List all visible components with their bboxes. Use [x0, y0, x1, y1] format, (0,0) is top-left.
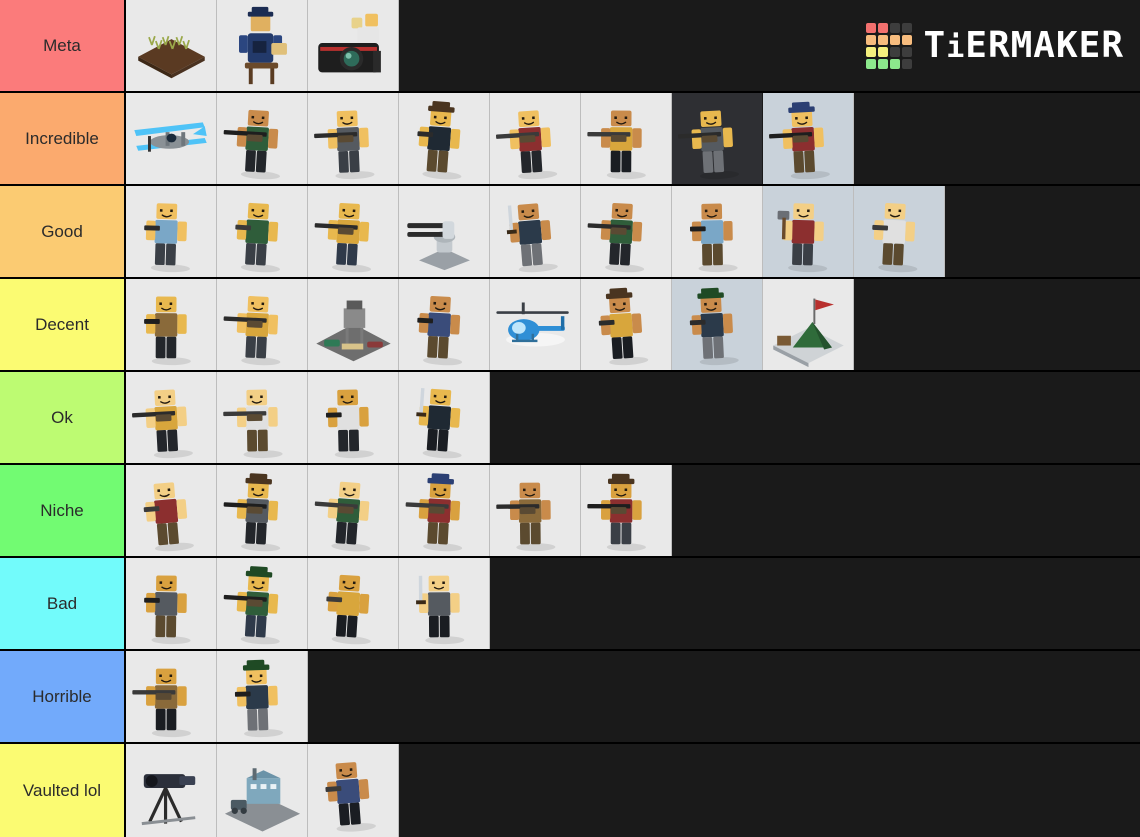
tier-items-decent[interactable] — [126, 279, 1140, 370]
tier-item-sniper-olive-vest[interactable] — [217, 372, 308, 463]
tier-item-grenade-thrower[interactable] — [126, 279, 217, 370]
tier-item-trumpet-player[interactable] — [126, 558, 217, 649]
tier-item-green-uniform-shooter[interactable] — [217, 651, 308, 742]
tier-item-farm-plot[interactable] — [126, 0, 217, 91]
tier-item-suited-agent-with-pistol[interactable] — [399, 279, 490, 370]
tier-item-swordsman[interactable] — [490, 186, 581, 277]
tier-row-horrible: Horrible — [0, 651, 1140, 744]
tier-label-horrible[interactable]: Horrible — [0, 651, 126, 742]
tier-items-vaulted-lol[interactable] — [126, 744, 1140, 837]
tier-item-pistol-user-grey[interactable] — [126, 465, 217, 556]
tier-row-ok: Ok — [0, 372, 1140, 465]
tier-item-camp-tent-with-flag[interactable] — [763, 279, 854, 370]
tier-item-thrower-white-outfit[interactable] — [308, 372, 399, 463]
tier-label-vaulted-lol[interactable]: Vaulted lol — [0, 744, 126, 837]
tier-items-niche[interactable] — [126, 465, 1140, 556]
tier-list-container: Meta TiERMAKER Incredible Good Decent Ok… — [0, 0, 1140, 837]
tier-items-bad[interactable] — [126, 558, 1140, 649]
tier-items-horrible[interactable] — [126, 651, 1140, 742]
tier-item-mortar-operator-green[interactable] — [217, 558, 308, 649]
tier-item-tactical-soldier[interactable] — [854, 186, 945, 277]
tier-item-flamethrower-maroon[interactable] — [308, 465, 399, 556]
tier-item-heavy-gunner-red-shirt[interactable] — [308, 186, 399, 277]
tier-items-good[interactable] — [126, 186, 1140, 277]
tier-item-cowboy-dual-pistols[interactable] — [399, 93, 490, 184]
tier-item-rifleman-gold[interactable] — [581, 186, 672, 277]
tier-item-mounted-machine-gunner[interactable] — [217, 93, 308, 184]
tier-items-ok[interactable] — [126, 372, 1140, 463]
tier-item-archer-with-bow[interactable] — [399, 372, 490, 463]
tier-label-meta[interactable]: Meta — [0, 0, 126, 91]
tier-items-incredible[interactable] — [126, 93, 1140, 184]
tier-label-ok[interactable]: Ok — [0, 372, 126, 463]
tier-row-niche: Niche — [0, 465, 1140, 558]
tier-item-tripod-mounted-gun[interactable] — [126, 744, 217, 837]
tier-row-good: Good — [0, 186, 1140, 279]
tier-row-decent: Decent — [0, 279, 1140, 372]
tier-item-rocket-launcher-soldier[interactable] — [308, 93, 399, 184]
tier-item-hat-rifleman-red[interactable] — [581, 465, 672, 556]
tier-item-police-officer-at-desk[interactable] — [217, 0, 308, 91]
tier-item-smg-user-light-blue[interactable] — [490, 465, 581, 556]
tier-item-blue-police-rifleman[interactable] — [763, 93, 854, 184]
tier-label-bad[interactable]: Bad — [0, 558, 126, 649]
tier-item-dual-wielder-grey[interactable] — [308, 558, 399, 649]
tier-item-minigun-gunner[interactable] — [490, 93, 581, 184]
tier-row-meta: Meta TiERMAKER — [0, 0, 1140, 93]
tier-label-decent[interactable]: Decent — [0, 279, 126, 370]
tier-item-knife-wielder-black[interactable] — [399, 558, 490, 649]
tier-item-camera-operator[interactable] — [308, 0, 399, 91]
tier-item-pistol-shooter-gold[interactable] — [672, 186, 763, 277]
tier-label-incredible[interactable]: Incredible — [0, 93, 126, 184]
tier-item-sniper-orange-vest[interactable] — [126, 372, 217, 463]
tier-item-biplane-aircraft[interactable] — [126, 93, 217, 184]
tier-item-paintball-sniper-blue[interactable] — [217, 465, 308, 556]
tier-row-vaulted-lol: Vaulted lol — [0, 744, 1140, 837]
tier-item-sniper-portrait-render[interactable] — [672, 93, 763, 184]
tier-item-flamethrower-soldier[interactable] — [581, 93, 672, 184]
tier-label-niche[interactable]: Niche — [0, 465, 126, 556]
tier-items-meta[interactable] — [126, 0, 1140, 91]
tier-item-dual-wielding-figure[interactable] — [308, 744, 399, 837]
tier-item-medic-with-medkit[interactable] — [126, 186, 217, 277]
tier-item-watchtower-base[interactable] — [308, 279, 399, 370]
tier-item-camera-operator-green-visor[interactable] — [672, 279, 763, 370]
tier-item-blue-cap-gunner[interactable] — [399, 465, 490, 556]
tier-item-automatic-turret[interactable] — [399, 186, 490, 277]
tier-label-good[interactable]: Good — [0, 186, 126, 277]
tier-row-incredible: Incredible — [0, 93, 1140, 186]
tier-item-factory-building[interactable] — [217, 744, 308, 837]
tier-item-green-rifleman[interactable] — [217, 279, 308, 370]
tier-row-bad: Bad — [0, 558, 1140, 651]
tier-item-hammer-wielder-winter-camo[interactable] — [763, 186, 854, 277]
tier-item-spy-with-pistol[interactable] — [217, 186, 308, 277]
tier-item-helicopter[interactable] — [490, 279, 581, 370]
tier-item-mint-shirt-gunner[interactable] — [126, 651, 217, 742]
tier-item-cowboy-with-revolver[interactable] — [581, 279, 672, 370]
